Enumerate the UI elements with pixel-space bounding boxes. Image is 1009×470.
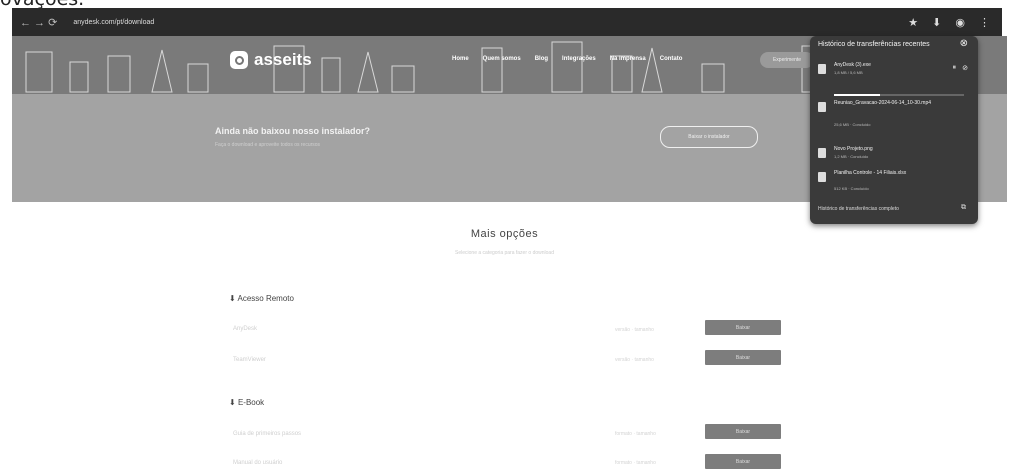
section-acesso-remoto: ⬇ Acesso Remoto [229,294,294,303]
nav-blog[interactable]: Blog [535,56,548,62]
profile-icon[interactable]: ◉ [955,16,965,29]
download-entry-name: AnyDesk (3).exe [834,62,871,68]
bookmark-icon[interactable]: ★ [908,16,918,29]
download-entry[interactable]: Planilha Controle - 14 Filiais.xlsx 512 … [818,170,970,200]
header-cta-button[interactable]: Experimente [760,52,814,68]
nav-home[interactable]: Home [452,56,469,62]
file-icon [818,148,826,158]
download-item-name: TeamViewer [233,357,266,363]
downloads-popup: Histórico de transferências recentes ⊗ A… [810,36,978,224]
browser-nav-icons[interactable]: ← → ⟳ [20,16,57,29]
open-external-icon[interactable]: ⧉ [961,204,966,212]
download-button[interactable]: Baixar [705,424,781,439]
download-entry-name: Reuniao_Gravacao-2024-06-14_10-30.mp4 [834,100,932,106]
file-icon [818,172,826,182]
download-entry-status: 1,2 MB · Concluído [834,154,869,159]
download-button[interactable]: Baixar [705,350,781,365]
download-entry[interactable]: Reuniao_Gravacao-2024-06-14_10-30.mp4 25… [818,100,970,136]
downloads-icon[interactable]: ⬇ [932,16,941,29]
section-e-book: ⬇ E-Book [229,398,264,407]
download-item-meta: formato · tamanho [615,460,656,466]
download-progress-bar [834,94,964,96]
popup-title: Histórico de transferências recentes [818,41,930,48]
site-nav: Home Quem somos Blog Integrações Na impr… [452,56,682,62]
download-entry-name: Novo Projeto.png [834,146,873,152]
download-button[interactable]: Baixar [705,320,781,335]
download-item-name: AnyDesk [233,326,258,332]
menu-icon[interactable]: ⋮ [979,16,990,29]
site-logo[interactable]: asseits [230,50,312,70]
download-icon: ⬇ [229,398,238,407]
download-entry-name: Planilha Controle - 14 Filiais.xlsx [834,170,907,176]
download-entry-status: 1,8 MB / 5,6 MB [834,70,863,75]
download-entry[interactable]: AnyDesk (3).exe 1,8 MB / 5,6 MB ⏸ ⊘ [818,62,970,98]
file-icon [818,102,826,112]
banner-subtitle: Faça o download e aproveite todos os rec… [215,142,321,148]
address-bar[interactable]: anydesk.com/pt/download [73,19,154,26]
section-title-text: Acesso Remoto [237,294,294,303]
close-icon[interactable]: ⊗ [960,38,968,49]
download-item-meta: versão · tamanho [615,327,654,333]
cancel-icon[interactable]: ⊘ [962,64,968,72]
download-button[interactable]: Baixar [705,454,781,469]
pause-icon[interactable]: ⏸ [953,64,957,72]
browser-toolbar: ← → ⟳ anydesk.com/pt/download ★ ⬇ ◉ ⋮ [12,8,1002,36]
download-entry-status: 25,6 MB · Concluído [834,122,871,127]
file-icon [818,64,826,74]
nav-imprensa[interactable]: Na imprensa [610,56,646,62]
nav-quem-somos[interactable]: Quem somos [483,56,521,62]
download-item-meta: formato · tamanho [615,431,656,437]
banner-title: Ainda não baixou nosso instalador? [215,126,371,136]
full-history-link[interactable]: Histórico de transferências completo [818,206,899,212]
logo-text: asseits [254,50,312,69]
banner-download-button[interactable]: Baixar o instalador [660,126,758,148]
nav-contato[interactable]: Contato [660,56,683,62]
more-options-subtitle: Selecione a categoria para fazer o downl… [455,250,554,256]
logo-icon [230,51,248,69]
download-item-name: Guia de primeiros passos [233,431,302,437]
download-item-name: Manual do usuário [233,460,283,466]
download-entry-status: 512 KB · Concluído [834,186,869,191]
nav-integracoes[interactable]: Integrações [562,56,596,62]
download-item-meta: versão · tamanho [615,357,654,363]
download-entry[interactable]: Novo Projeto.png 1,2 MB · Concluído [818,146,970,166]
more-options-title: Mais opções [470,228,539,240]
section-title-text: E-Book [237,398,265,407]
